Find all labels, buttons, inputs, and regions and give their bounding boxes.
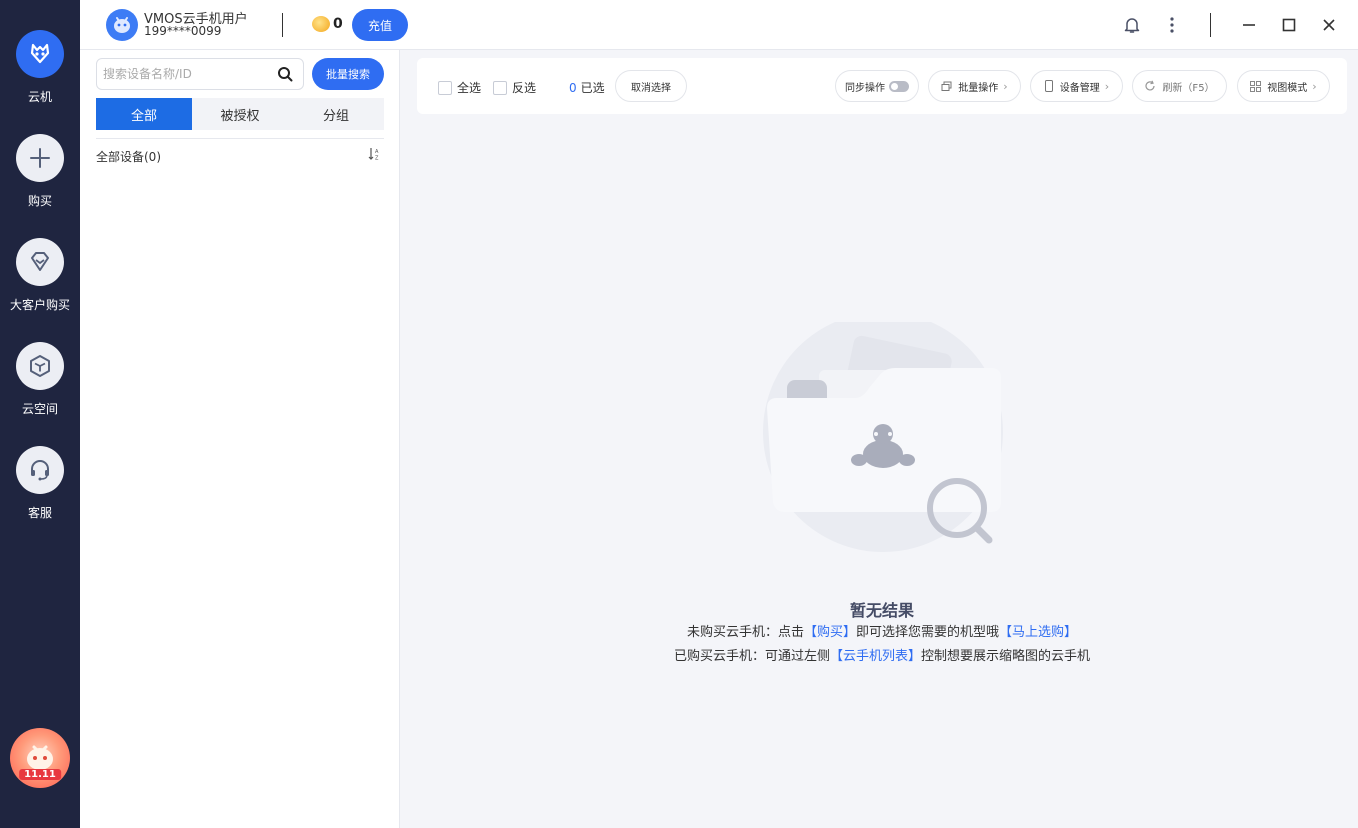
hint-text: 即可选择您需要的机型哦	[856, 625, 1000, 640]
device-tabs: 全部 被授权 分组	[96, 98, 384, 130]
empty-hint-line-2: 已购买云手机：可通过左侧【云手机列表】控制想要展示缩略图的云手机	[417, 645, 1347, 664]
selected-count-suffix: 已选	[580, 81, 605, 95]
rail-label: 云机	[27, 90, 52, 104]
svg-text:Z: Z	[375, 156, 379, 162]
search-input[interactable]	[103, 67, 263, 81]
buy-link[interactable]: 【购买】	[804, 625, 856, 640]
tab-authorized[interactable]: 被授权	[192, 98, 288, 130]
rail-item-enterprise-buy[interactable]: 大客户购买	[0, 238, 80, 313]
search-box[interactable]	[96, 58, 304, 90]
refresh-label: 刷新（F5）	[1162, 82, 1215, 94]
maximize-icon[interactable]	[1278, 14, 1300, 36]
bell-icon[interactable]	[1121, 14, 1143, 36]
rail-label: 大客户购买	[9, 298, 70, 312]
empty-hint-line-1: 未购买云手机：点击【购买】即可选择您需要的机型哦【马上选购】	[417, 621, 1347, 640]
device-management-button[interactable]: 设备管理 ›	[1030, 70, 1123, 102]
rail-label: 购买	[27, 194, 52, 208]
promo-tag: 11.11	[19, 769, 61, 780]
copy-icon	[941, 81, 952, 92]
more-icon[interactable]	[1161, 14, 1183, 36]
sync-operation-toggle[interactable]: 同步操作	[835, 70, 919, 102]
refresh-icon	[1144, 80, 1156, 92]
phone-icon	[1044, 80, 1054, 92]
left-rail: 云机 购买 大客户购买 云空间 客服 11.11	[0, 0, 80, 828]
select-all-checkbox[interactable]: 全选	[438, 79, 481, 96]
tab-all[interactable]: 全部	[96, 98, 192, 130]
rail-item-customer-service[interactable]: 客服	[0, 446, 80, 521]
cloud-phone-icon	[16, 30, 64, 78]
cancel-select-button[interactable]: 取消选择	[615, 70, 687, 102]
select-all-label: 全选	[457, 81, 482, 95]
divider	[96, 138, 384, 139]
main-toolbar: 全选 反选 0 已选 取消选择 同步操作 批量操作 › 设备管理 › 刷新（F5）…	[417, 58, 1347, 114]
cloud-phone-list-link[interactable]: 【云手机列表】	[830, 649, 921, 664]
batch-op-label: 批量操作	[958, 82, 999, 94]
view-mode-button[interactable]: 视图模式 ›	[1237, 70, 1330, 102]
hint-text: 控制想要展示缩略图的云手机	[921, 649, 1091, 664]
divider	[282, 13, 283, 37]
cancel-select-label: 取消选择	[631, 82, 671, 94]
rail-item-buy[interactable]: 购买	[0, 134, 80, 209]
top-bar: VMOS云手机用户 199****0099 0 充值	[80, 0, 1358, 50]
tab-group[interactable]: 分组	[288, 98, 384, 130]
device-mgmt-label: 设备管理	[1059, 82, 1100, 94]
rail-item-cloud-phone[interactable]: 云机	[0, 30, 80, 105]
minimize-icon[interactable]	[1238, 14, 1260, 36]
hint-text: 未购买云手机：点击	[686, 625, 804, 640]
chevron-right-icon: ›	[1003, 79, 1008, 93]
shop-now-link[interactable]: 【马上选购】	[999, 625, 1077, 640]
device-panel: 批量搜索 全部 被授权 分组 全部设备(0) AZ	[80, 50, 400, 828]
checkbox-box	[493, 80, 507, 95]
plus-icon	[16, 134, 64, 182]
recharge-button[interactable]: 充值	[352, 9, 408, 41]
view-mode-label: 视图模式	[1267, 82, 1308, 94]
headset-icon	[16, 446, 64, 494]
coin-count: 0	[333, 16, 343, 32]
cube-icon	[16, 342, 64, 390]
coin-icon	[312, 16, 330, 32]
batch-search-button[interactable]: 批量搜索	[312, 58, 384, 90]
selected-count: 0 已选	[569, 79, 605, 96]
checkbox-box	[438, 80, 452, 95]
batch-operation-button[interactable]: 批量操作 ›	[928, 70, 1021, 102]
empty-folder-illustration	[755, 312, 1005, 552]
rail-item-cloud-space[interactable]: 云空间	[0, 342, 80, 417]
invert-label: 反选	[512, 81, 537, 95]
promo-badge[interactable]: 11.11	[10, 728, 70, 788]
rail-label: 云空间	[21, 402, 58, 416]
sort-az-icon[interactable]: AZ	[368, 147, 382, 164]
refresh-button[interactable]: 刷新（F5）	[1132, 70, 1227, 102]
invert-select-checkbox[interactable]: 反选	[493, 79, 536, 96]
selected-count-number: 0	[569, 81, 577, 95]
diamond-icon	[16, 238, 64, 286]
grid-icon	[1250, 80, 1262, 92]
avatar[interactable]	[106, 9, 138, 41]
svg-text:A: A	[375, 149, 379, 155]
sync-op-label: 同步操作	[845, 82, 885, 94]
search-icon[interactable]	[277, 66, 293, 85]
empty-title: 暂无结果	[849, 601, 914, 620]
all-devices-label[interactable]: 全部设备(0)	[96, 148, 161, 165]
divider	[1210, 13, 1211, 37]
hint-text: 已购买云手机：可通过左侧	[673, 649, 830, 664]
toggle-switch[interactable]	[889, 80, 909, 92]
rail-label: 客服	[27, 506, 52, 520]
user-phone: 199****0099	[144, 24, 222, 38]
chevron-right-icon: ›	[1312, 79, 1317, 93]
close-icon[interactable]	[1318, 14, 1340, 36]
chevron-right-icon: ›	[1104, 79, 1110, 93]
